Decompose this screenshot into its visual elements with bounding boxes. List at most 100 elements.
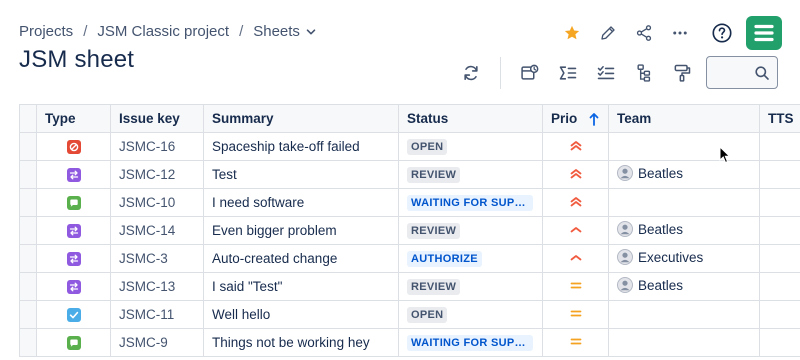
summary-cell[interactable]: Auto-created change <box>203 244 399 273</box>
priority-cell[interactable] <box>542 328 609 357</box>
table-row[interactable]: JSMC-16 Spaceship take-off failed OPEN <box>19 132 800 161</box>
tts-cell[interactable] <box>759 244 800 273</box>
team-cell[interactable]: Beatles <box>608 160 760 189</box>
issue-key[interactable]: JSMC-13 <box>119 279 175 294</box>
tts-cell[interactable] <box>759 160 800 189</box>
row-gutter[interactable] <box>19 132 37 161</box>
row-gutter[interactable] <box>19 300 37 329</box>
priority-cell[interactable] <box>542 188 609 217</box>
more-icon[interactable] <box>662 15 698 51</box>
issue-key-cell[interactable]: JSMC-11 <box>110 300 204 329</box>
column-header-status[interactable]: Status <box>398 104 543 133</box>
team-cell[interactable]: Beatles <box>608 216 760 245</box>
issue-key[interactable]: JSMC-11 <box>119 307 174 322</box>
issue-key[interactable]: JSMC-10 <box>119 195 175 210</box>
issue-key-cell[interactable]: JSMC-12 <box>110 160 204 189</box>
summary-cell[interactable]: I said "Test" <box>203 272 399 301</box>
format-paint-icon[interactable] <box>663 55 701 91</box>
priority-cell[interactable] <box>542 216 609 245</box>
type-cell[interactable] <box>36 272 111 301</box>
type-cell[interactable] <box>36 160 111 189</box>
team-cell[interactable] <box>608 188 760 217</box>
type-cell[interactable] <box>36 132 111 161</box>
summary-cell[interactable]: Even bigger problem <box>203 216 399 245</box>
breadcrumb-project[interactable]: JSM Classic project <box>97 23 229 40</box>
tts-cell[interactable] <box>759 216 800 245</box>
issue-key[interactable]: JSMC-14 <box>119 223 175 238</box>
table-row[interactable]: JSMC-10 I need software WAITING FOR SUPPOR… <box>19 188 800 217</box>
star-icon[interactable] <box>554 15 590 51</box>
issue-key-cell[interactable]: JSMC-3 <box>110 244 204 273</box>
sum-icon[interactable] <box>549 55 587 91</box>
table-row[interactable]: JSMC-14 Even bigger problem REVIEW Beatles <box>19 216 800 245</box>
summary-cell[interactable]: Things not be working hey <box>203 328 399 357</box>
table-row[interactable]: JSMC-9 Things not be working hey WAITING F… <box>19 328 800 357</box>
breadcrumb-sheets[interactable]: Sheets <box>253 23 300 40</box>
team-cell[interactable] <box>608 328 760 357</box>
summary-cell[interactable]: Well hello <box>203 300 399 329</box>
type-cell[interactable] <box>36 244 111 273</box>
sort-ascending-icon[interactable] <box>589 112 599 127</box>
share-icon[interactable] <box>626 15 662 51</box>
edit-icon[interactable] <box>590 15 626 51</box>
hierarchy-icon[interactable] <box>625 55 663 91</box>
team-cell[interactable] <box>608 300 760 329</box>
chevron-down-icon[interactable] <box>306 27 316 37</box>
priority-cell[interactable] <box>542 132 609 161</box>
status-cell[interactable]: REVIEW <box>398 160 543 189</box>
status-cell[interactable]: WAITING FOR SUPPORT <box>398 188 543 217</box>
type-cell[interactable] <box>36 188 111 217</box>
tts-cell[interactable] <box>759 272 800 301</box>
priority-cell[interactable] <box>542 244 609 273</box>
table-row[interactable]: JSMC-11 Well hello OPEN <box>19 300 800 329</box>
priority-cell[interactable] <box>542 160 609 189</box>
search-icon[interactable] <box>754 65 770 81</box>
help-icon[interactable] <box>704 15 740 51</box>
row-gutter[interactable] <box>19 188 37 217</box>
app-logo[interactable] <box>746 16 782 50</box>
issue-key[interactable]: JSMC-16 <box>119 139 175 154</box>
column-header-team[interactable]: Team <box>608 104 760 133</box>
issue-key-cell[interactable]: JSMC-16 <box>110 132 204 161</box>
issue-key-cell[interactable]: JSMC-9 <box>110 328 204 357</box>
tts-cell[interactable] <box>759 300 800 329</box>
row-gutter[interactable] <box>19 244 37 273</box>
issue-key[interactable]: JSMC-12 <box>119 167 175 182</box>
issue-key[interactable]: JSMC-9 <box>119 335 168 350</box>
status-cell[interactable]: WAITING FOR SUPPORT <box>398 328 543 357</box>
summary-cell[interactable]: I need software <box>203 188 399 217</box>
table-row[interactable]: JSMC-13 I said "Test" REVIEW Beatles <box>19 272 800 301</box>
column-header-tts[interactable]: TTS <box>759 104 800 133</box>
row-gutter[interactable] <box>19 272 37 301</box>
issue-key-cell[interactable]: JSMC-14 <box>110 216 204 245</box>
status-cell[interactable]: OPEN <box>398 300 543 329</box>
checklist-icon[interactable] <box>587 55 625 91</box>
team-cell[interactable] <box>608 132 760 161</box>
issue-key[interactable]: JSMC-3 <box>119 251 168 266</box>
tts-cell[interactable] <box>759 188 800 217</box>
tts-cell[interactable] <box>759 328 800 357</box>
breadcrumb-projects[interactable]: Projects <box>19 23 73 40</box>
team-cell[interactable]: Beatles <box>608 272 760 301</box>
table-row[interactable]: JSMC-12 Test REVIEW Beatles <box>19 160 800 189</box>
refresh-icon[interactable] <box>452 55 490 91</box>
column-header-issue-key[interactable]: Issue key <box>110 104 204 133</box>
status-cell[interactable]: REVIEW <box>398 272 543 301</box>
column-header-summary[interactable]: Summary <box>203 104 399 133</box>
status-cell[interactable]: OPEN <box>398 132 543 161</box>
search-input[interactable] <box>707 57 753 88</box>
status-cell[interactable]: REVIEW <box>398 216 543 245</box>
column-header-type[interactable]: Type <box>36 104 111 133</box>
search-field[interactable] <box>706 56 778 89</box>
type-cell[interactable] <box>36 300 111 329</box>
tts-cell[interactable] <box>759 132 800 161</box>
priority-cell[interactable] <box>542 300 609 329</box>
priority-cell[interactable] <box>542 272 609 301</box>
table-row[interactable]: JSMC-3 Auto-created change AUTHORIZE Execut… <box>19 244 800 273</box>
row-gutter[interactable] <box>19 216 37 245</box>
team-cell[interactable]: Executives <box>608 244 760 273</box>
row-gutter[interactable] <box>19 160 37 189</box>
issue-key-cell[interactable]: JSMC-13 <box>110 272 204 301</box>
type-cell[interactable] <box>36 328 111 357</box>
summary-cell[interactable]: Test <box>203 160 399 189</box>
